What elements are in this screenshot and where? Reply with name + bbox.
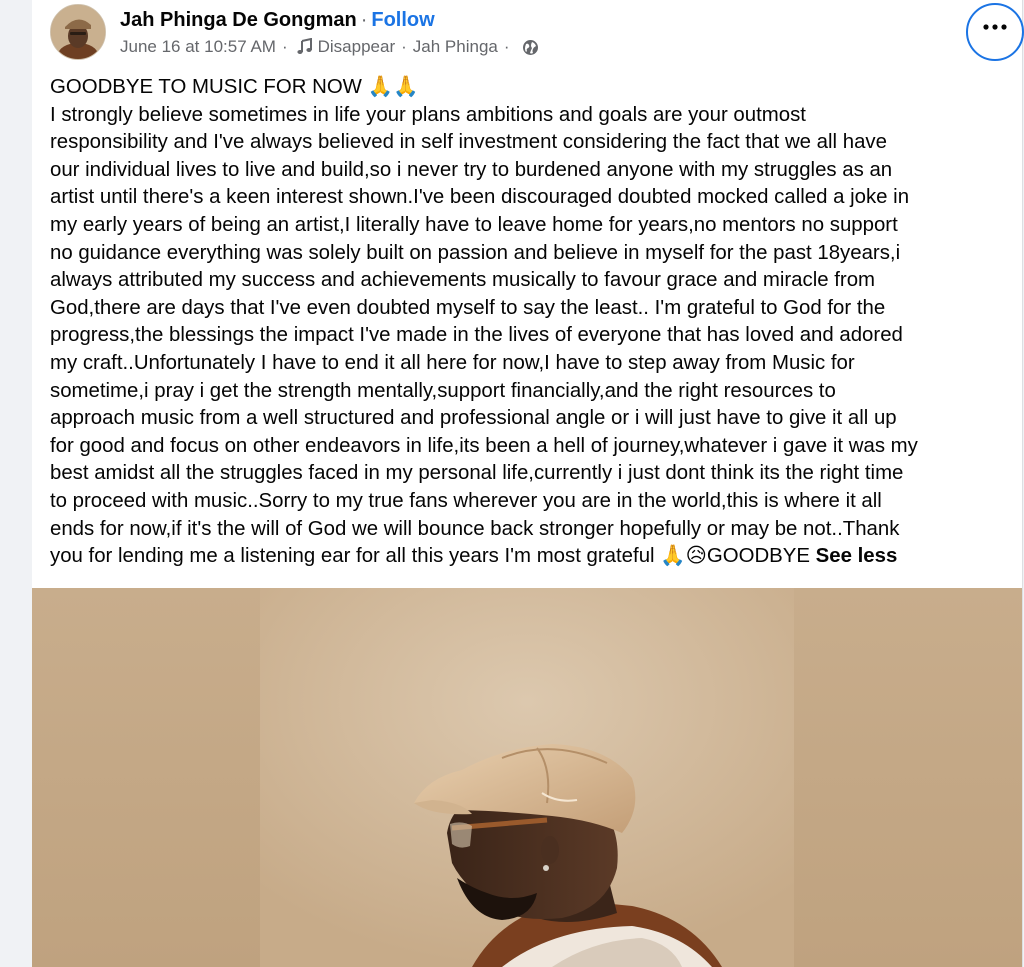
follow-button[interactable]: Follow: [371, 9, 434, 31]
post-text-line: to proceed with music..Sorry to my true …: [50, 489, 882, 512]
post-meta: June 16 at 10:57 AM · Disappear · Jah Ph…: [120, 36, 539, 58]
post-text-line: approach music from a well structured an…: [50, 407, 897, 430]
see-less-button[interactable]: See less: [816, 545, 898, 567]
post-text-last-line: you for lending me a listening ear for a…: [50, 543, 1010, 571]
author-avatar[interactable]: [50, 4, 106, 60]
post-text-line: I strongly believe sometimes in life you…: [50, 103, 806, 126]
feed-background: [0, 0, 32, 967]
post-text-line: our individual lives to live and build,s…: [50, 158, 893, 181]
post-text-line: always attributed my success and achieve…: [50, 269, 876, 292]
more-options-button[interactable]: [966, 3, 1024, 61]
post-header: Jah Phinga De Gongman · Follow June 16 at …: [50, 2, 1024, 62]
more-options-icon: [982, 24, 1008, 40]
author-separator: ·: [360, 9, 368, 31]
post-text-line: responsibility and I've always believed …: [50, 131, 887, 154]
meta-separator: ·: [281, 37, 288, 56]
post-photo[interactable]: [32, 588, 1022, 967]
post-text-line: GOODBYE TO MUSIC FOR NOW 🙏🙏: [50, 76, 419, 98]
post-text-line: for good and focus on other endeavors in…: [50, 434, 918, 457]
post-body: GOODBYE TO MUSIC FOR NOW 🙏🙏 I strongly b…: [50, 74, 1010, 571]
page: Jah Phinga De Gongman · Follow June 16 at …: [0, 0, 1024, 967]
post-text-line: you for lending me a listening ear for a…: [50, 545, 810, 568]
post-text-line: best amidst all the struggles faced in m…: [50, 462, 904, 485]
avatar-portrait: [51, 5, 105, 59]
music-note-icon: [296, 37, 314, 56]
author-name[interactable]: Jah Phinga De Gongman: [120, 9, 357, 31]
song-title[interactable]: Disappear: [318, 36, 396, 58]
globe-icon[interactable]: [522, 39, 539, 56]
post-text-line: my craft..Unfortunately I have to end it…: [50, 351, 855, 374]
post-text-line: my early years of being an artist,I lite…: [50, 213, 898, 236]
post-text-line: ends for now,if it's the will of God we …: [50, 517, 900, 540]
author-line: Jah Phinga De Gongman · Follow: [120, 8, 435, 32]
post-text-line: artist until there's a keen interest sho…: [50, 186, 910, 209]
post-text-line: sometime,i pray i get the strength menta…: [50, 379, 836, 402]
song-artist[interactable]: Jah Phinga: [413, 36, 498, 58]
post-timestamp[interactable]: June 16 at 10:57 AM: [120, 36, 276, 58]
post-text-line: progress,the blessings the impact I've m…: [50, 324, 903, 347]
post-text-line: God,there are days that I've even doubte…: [50, 296, 886, 319]
meta-separator: ·: [503, 37, 510, 56]
post-text-line: no guidance everything was solely built …: [50, 241, 901, 264]
meta-separator: ·: [401, 37, 407, 56]
post-card: Jah Phinga De Gongman · Follow June 16 at …: [32, 0, 1024, 967]
portrait-photo: [32, 588, 1022, 967]
